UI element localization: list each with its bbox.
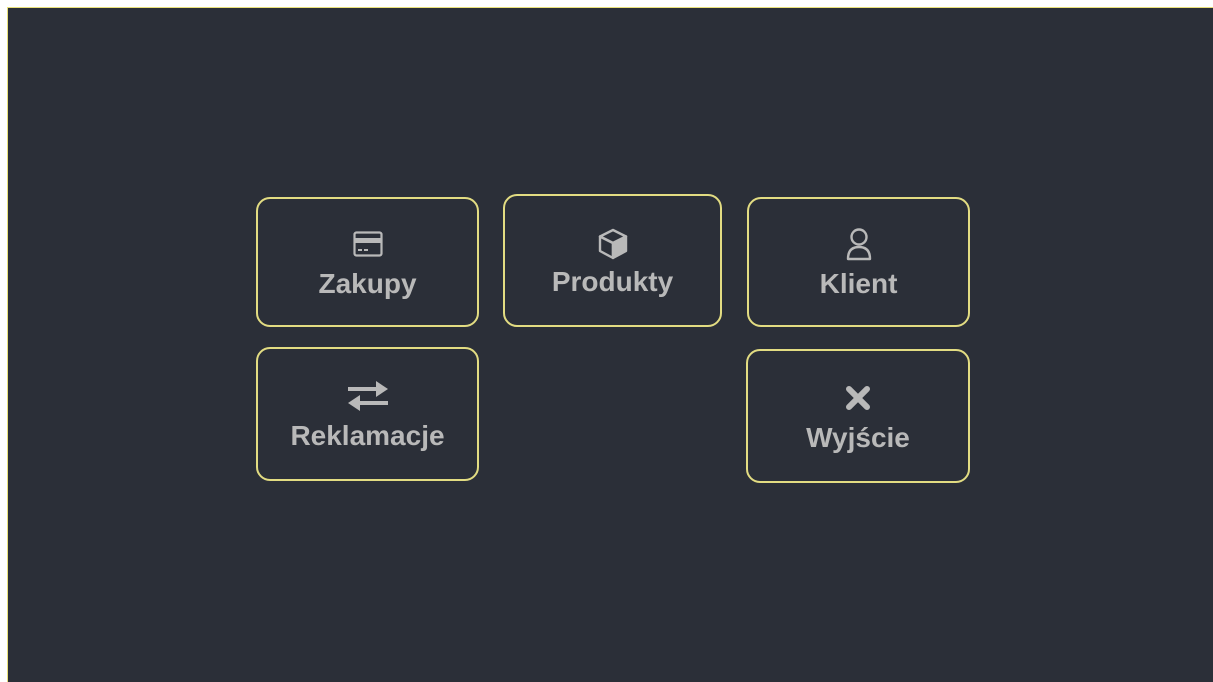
client-label: Klient — [819, 268, 898, 299]
complaints-label: Reklamacje — [290, 420, 445, 451]
complaints-button[interactable]: Reklamacje — [256, 347, 479, 481]
app-window: Zakupy Produkty Klient Reklamacje Wyjści… — [7, 7, 1213, 682]
box-icon — [598, 224, 628, 264]
products-label: Produkty — [551, 265, 674, 297]
exit-button[interactable]: Wyjście — [746, 349, 970, 483]
products-button[interactable]: Produkty — [503, 194, 722, 327]
credit-card-icon — [352, 224, 383, 264]
user-icon — [845, 224, 873, 264]
client-button[interactable]: Klient — [747, 197, 970, 327]
exit-label: Wyjście — [806, 422, 910, 453]
purchases-label: Zakupy — [318, 268, 417, 299]
exchange-arrows-icon — [346, 376, 390, 416]
purchases-button[interactable]: Zakupy — [256, 197, 479, 327]
close-icon — [844, 378, 872, 418]
